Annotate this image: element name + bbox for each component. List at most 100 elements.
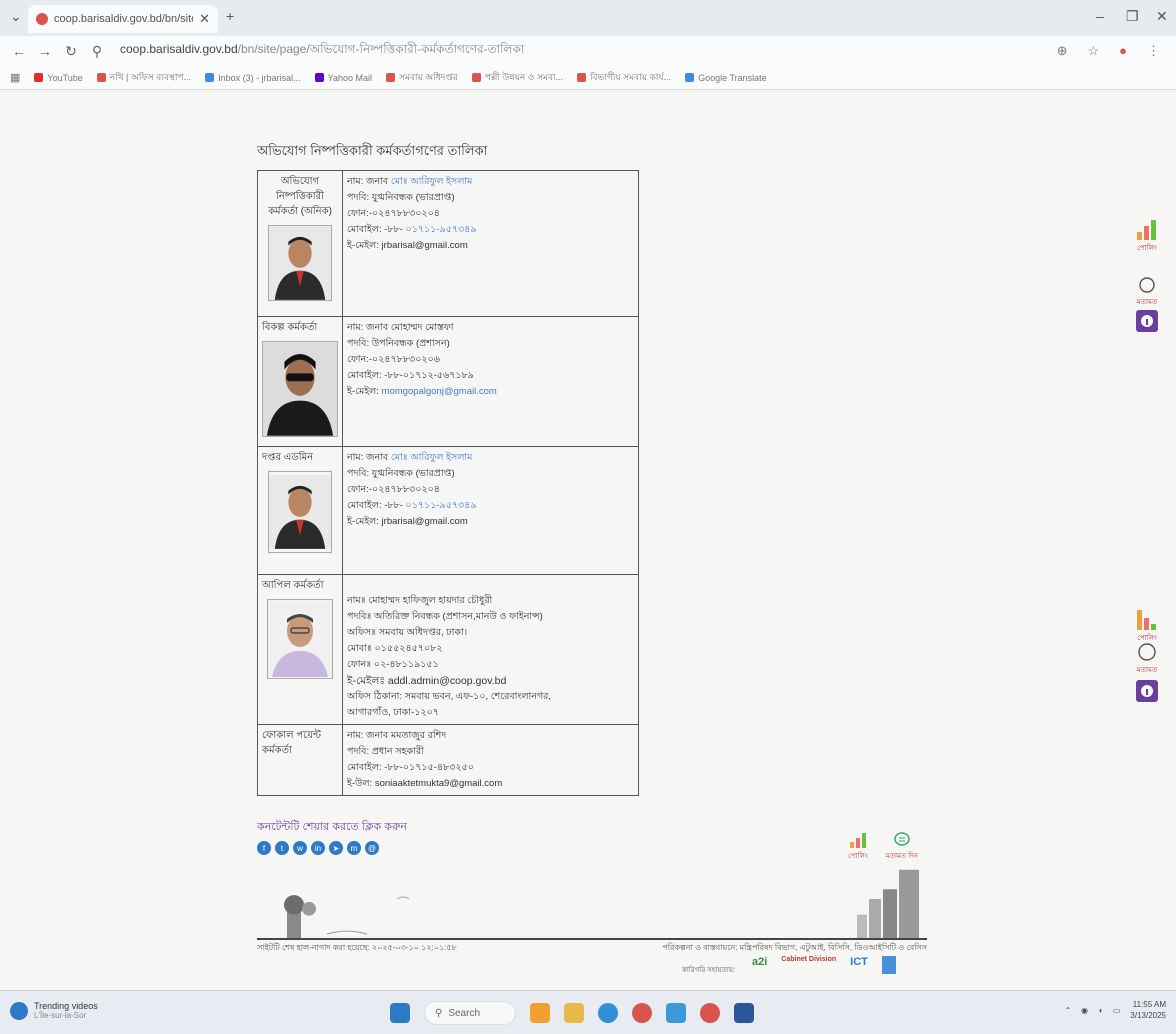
volume-icon[interactable]: ◖ (1098, 1006, 1103, 1015)
site-info-icon[interactable]: ⚲ (84, 43, 110, 60)
bookmark-item[interactable]: নথি | অফিস ব্যবস্থাপ... (96, 70, 191, 85)
side-opinion-widget-2[interactable]: মতামত (1130, 642, 1164, 676)
side-poll-widget[interactable]: পোলিং (1130, 220, 1164, 254)
zoom-icon[interactable]: ⊕ (1057, 43, 1068, 59)
menu-icon[interactable]: ⋮ (1147, 43, 1160, 59)
side-poll-label: পোলিং (1137, 635, 1157, 642)
forward-icon[interactable]: → (32, 43, 58, 59)
file-explorer-icon[interactable] (564, 1003, 584, 1023)
apps-icon[interactable]: ▦ (10, 71, 20, 84)
cabinet-division-logo[interactable]: Cabinet Division (781, 956, 836, 974)
footer-illustration (257, 869, 927, 940)
clock[interactable]: 11:55 AM 3/13/2025 (1130, 999, 1166, 1021)
bar-chart-icon (1137, 610, 1156, 630)
side-info-button[interactable] (1130, 310, 1164, 334)
window-close-icon[interactable]: ✕ (1156, 8, 1168, 25)
reload-icon[interactable]: ↻ (58, 43, 84, 60)
bookmark-favicon-icon (205, 73, 215, 82)
share-section: কনটেন্টটি শেয়ার করতে ক্লিক করুন f t w i… (257, 818, 407, 855)
edge-icon[interactable] (598, 1003, 618, 1023)
side-poll-label: পোলিং (1137, 245, 1157, 252)
officer-phone: ফোন:-০২৪৭৮৮৩০২০৬ (347, 354, 440, 365)
officer-mobile: মোবাইল: -৮৮-০১৭১২-৫৬৭১৮৯ (347, 370, 474, 381)
store-icon[interactable] (666, 1003, 686, 1023)
share-title: কনটেন্টটি শেয়ার করতে ক্লিক করুন (257, 821, 407, 833)
email-value: jrbarisal@gmail.com (381, 240, 468, 251)
table-row: আপিল কর্মকর্তা নামঃ মোহাম্মদ হাফিজুল হায… (257, 574, 639, 725)
bookmark-label: বিভাগীয় সমবায় কার্য... (589, 72, 672, 82)
bookmark-item[interactable]: সমবায় অধিদপ্তর (385, 70, 458, 85)
officer-name-link[interactable]: মোঃ আরিফুল ইসলাম (391, 452, 473, 463)
side-opinion-widget[interactable]: মতামত (1130, 276, 1164, 308)
bookmark-item[interactable]: Inbox (3) - jrbarisal... (205, 70, 301, 85)
close-tab-icon[interactable]: ✕ (199, 11, 210, 27)
last-updated: সাইটটি শেষ হাল-নাগাদ করা হয়েছে: ২০২৫-০৩… (257, 943, 457, 952)
table-row: ফোকাল পয়েন্ট কর্মকর্তা নাম: জনাব মমতাজু… (257, 724, 639, 796)
side-info-button-2[interactable] (1130, 680, 1164, 704)
officer-designation: পদবিঃ অতিরিক্ত নিবন্ধক (প্রশাসন,মানউ ও ফ… (347, 611, 543, 622)
facebook-share-icon[interactable]: f (257, 841, 271, 855)
officer-phone: ফোন:-০২৪৭৮৮৩০২০৪ (347, 484, 440, 495)
ict-logo[interactable]: ICT (850, 956, 868, 974)
chat-icon (894, 832, 910, 846)
role-cell: আপিল কর্মকর্তা (257, 574, 343, 725)
officer-email: ই-উল: soniaaktetmukta9@gmail.com (347, 778, 503, 789)
role-label: আপিল কর্মকর্তা (262, 580, 324, 591)
whatsapp-share-icon[interactable]: w (293, 841, 307, 855)
twitter-share-icon[interactable]: t (275, 841, 289, 855)
restore-icon[interactable]: ❐ (1126, 8, 1139, 25)
taskbar-search[interactable]: ⚲ Search (424, 1001, 516, 1025)
mobile-link[interactable]: ০১৭১১-৯৫৭৩৪৯ (406, 500, 477, 511)
opinion-button[interactable]: মতামত দিন (886, 832, 918, 862)
tab-list-icon[interactable]: ⌄ (10, 8, 22, 25)
app-icon-1[interactable] (530, 1003, 550, 1023)
officer-name-link[interactable]: মোঃ আরিফুল ইসলাম (391, 176, 473, 187)
windows-taskbar: Trending videos L'Île-sur-la-Sor ⚲ Search… (0, 990, 1176, 1034)
bookmark-item[interactable]: YouTube (34, 70, 83, 85)
role-line: কর্মকর্তা (262, 745, 292, 756)
side-poll-widget-2[interactable]: পোলিং (1130, 610, 1164, 644)
url-path: /bn/site/page/অভিযোগ-নিষ্পত্তিকারী-কর্মক… (237, 42, 525, 56)
un-logo-icon[interactable] (881, 956, 896, 974)
battery-icon[interactable]: ▭ (1113, 1006, 1121, 1015)
wifi-icon[interactable]: ◉ (1081, 1006, 1088, 1015)
linkedin-share-icon[interactable]: in (311, 841, 325, 855)
trending-widget[interactable]: Trending videos L'Île-sur-la-Sor (10, 1001, 98, 1020)
minimize-icon[interactable]: – (1096, 8, 1104, 24)
url-host: coop.barisaldiv.gov.bd (120, 42, 238, 56)
bookmark-favicon-icon (385, 73, 395, 82)
email-link[interactable]: momgopalgonj@gmail.com (382, 386, 497, 397)
bookmark-item[interactable]: Google Translate (685, 70, 767, 85)
role-line: নিষ্পত্তিকারী (276, 191, 324, 202)
mobile-link[interactable]: ০১৭১১-৯৫৭৩৪৯ (406, 224, 477, 235)
back-icon[interactable]: ← (6, 43, 32, 59)
side-opinion-label: মতামত (1136, 299, 1158, 306)
officer-name: নাম: জনাব মোহাম্মদ মোস্তফা (347, 322, 454, 333)
a2i-logo[interactable]: a2i (752, 956, 767, 974)
officer-email: ই-মেইলঃ addl.admin@coop.gov.bd (347, 675, 507, 687)
officer-email: ই-মেইল: jrbarisal@gmail.com (347, 238, 634, 254)
bookmark-label: Yahoo Mail (327, 72, 372, 83)
extension-icon[interactable]: ● (1119, 43, 1127, 59)
bookmark-item[interactable]: Yahoo Mail (314, 70, 372, 85)
browser-tab[interactable]: coop.barisaldiv.gov.bd/bn/site ✕ (28, 5, 218, 33)
bookmark-item[interactable]: বিভাগীয় সমবায় কার্য... (576, 70, 672, 85)
word-icon[interactable] (734, 1003, 754, 1023)
chrome-profile-icon[interactable] (700, 1003, 720, 1023)
tray-expand-icon[interactable]: ⌃ (1064, 1006, 1071, 1015)
new-tab-icon[interactable]: + (226, 8, 234, 24)
chrome-icon[interactable] (632, 1003, 652, 1023)
officer-phone: ফোন:-০২৪৭৮৮৩০২০৪ (347, 208, 440, 219)
bookmark-item[interactable]: পল্লী উন্নয়ন ও সমবা... (471, 70, 563, 85)
bookmark-favicon-icon (471, 73, 481, 82)
bookmark-star-icon[interactable]: ☆ (1087, 43, 1099, 59)
messenger-share-icon[interactable]: m (347, 841, 361, 855)
telegram-share-icon[interactable]: ➤ (329, 841, 343, 855)
poll-button[interactable]: পোলিং (848, 832, 868, 862)
start-icon[interactable] (390, 1003, 410, 1023)
bookmark-favicon-icon (314, 73, 324, 82)
poll-widget: পোলিং মতামত দিন (848, 832, 928, 862)
url-field[interactable]: coop.barisaldiv.gov.bd/bn/site/page/অভিয… (120, 41, 900, 61)
officer-name: নাম: জনাব মোঃ আরিফুল ইসলাম (347, 174, 634, 190)
email-share-icon[interactable]: @ (365, 841, 379, 855)
